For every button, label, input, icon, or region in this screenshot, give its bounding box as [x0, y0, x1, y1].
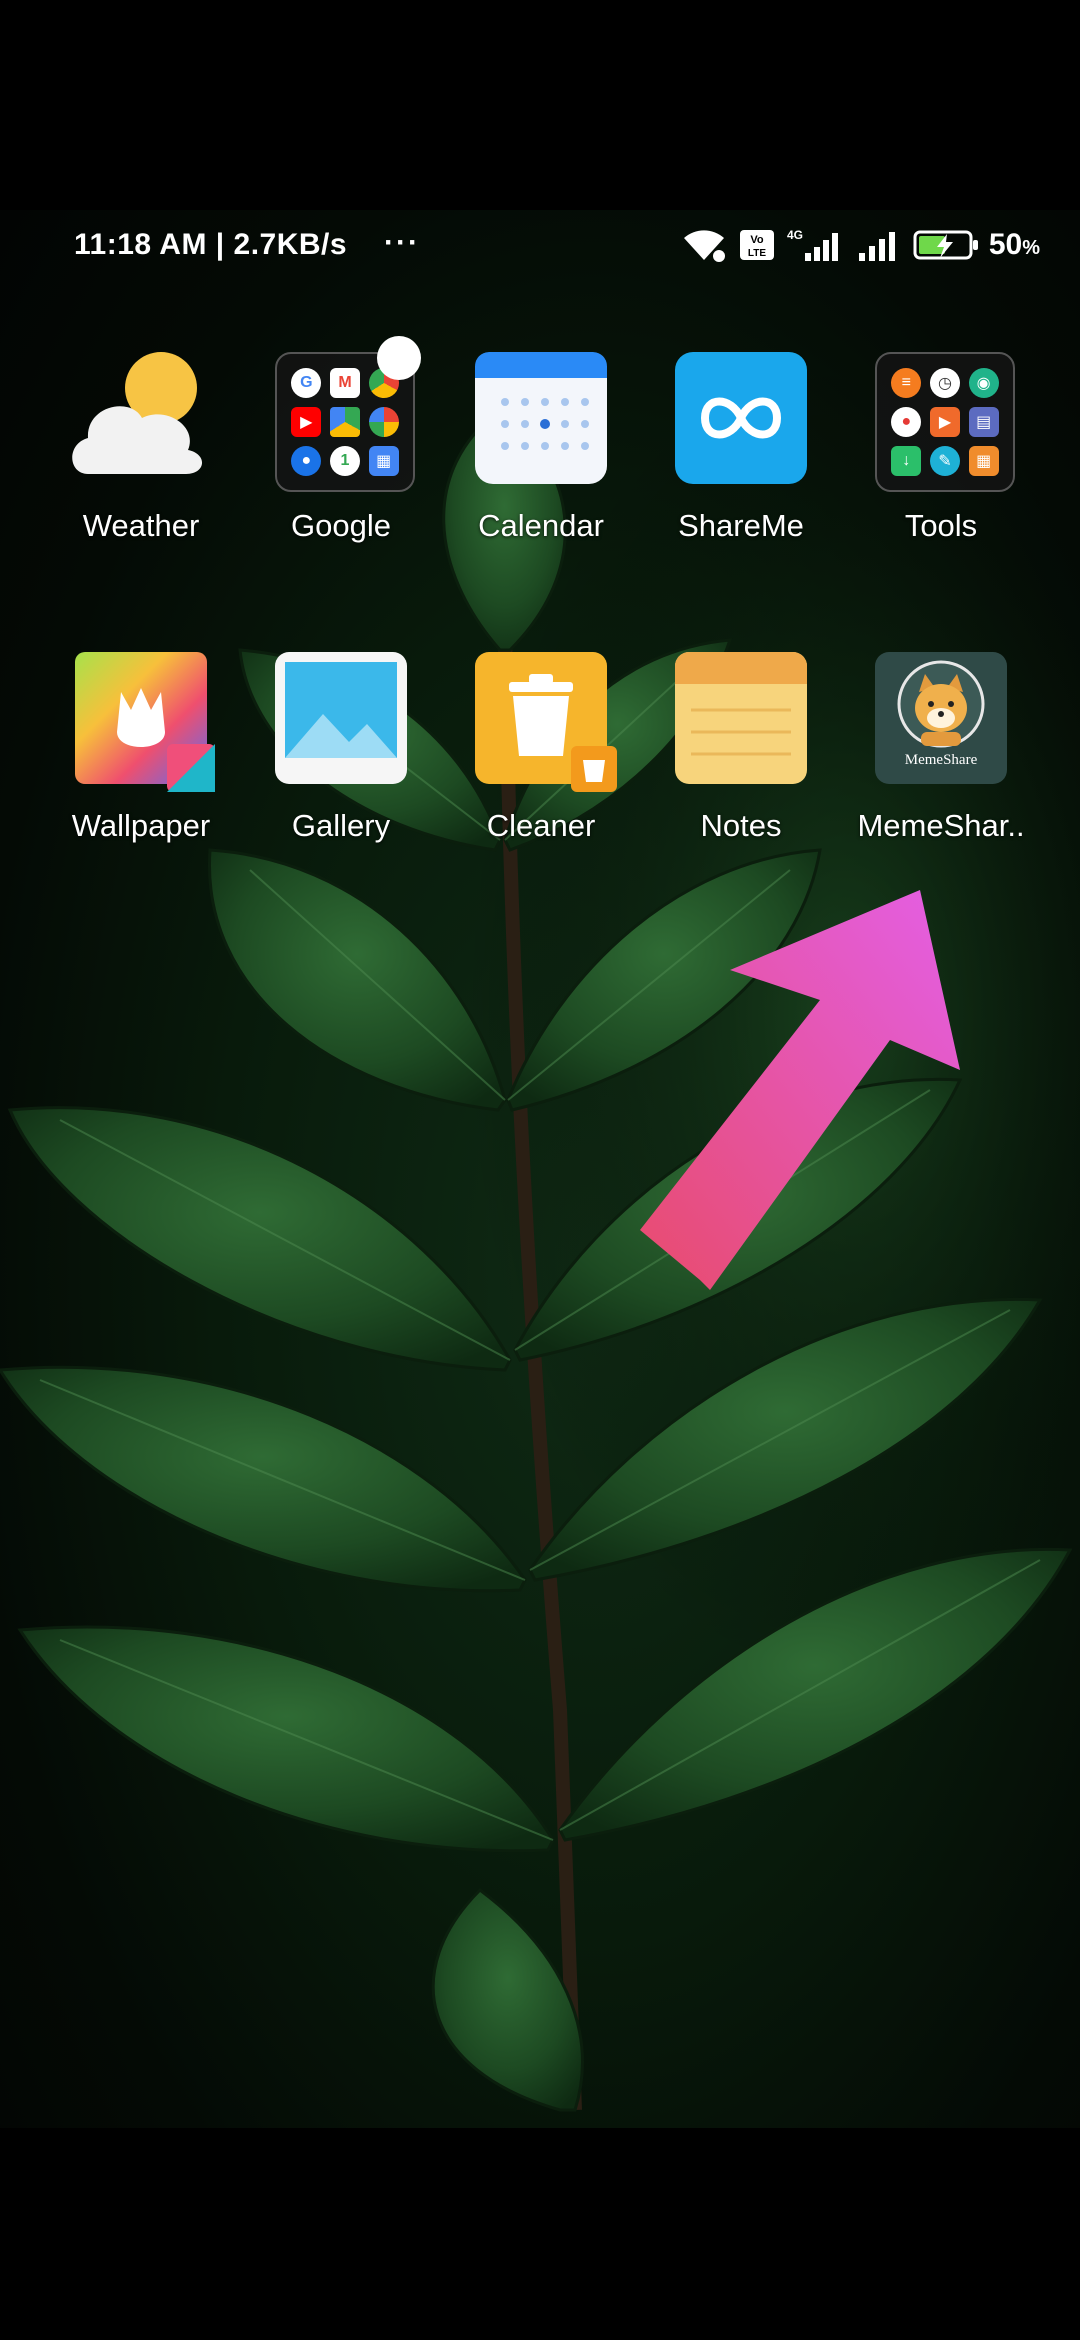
battery-charging-icon	[913, 230, 978, 260]
tools-folder-icon: ≡ ◷ ◉ ● ▶ ▤ ↓ ✎ ▦	[875, 352, 1015, 492]
app-cleaner[interactable]: Cleaner	[441, 652, 641, 844]
app-label: Cleaner	[486, 808, 596, 843]
signal-4g-icon: 4G	[787, 228, 838, 261]
cleaner-icon	[475, 652, 617, 792]
app-label: Google	[291, 508, 391, 543]
memeshare-icon-text: MemeShare	[904, 752, 978, 768]
signal-icon	[858, 232, 895, 261]
calendar-icon	[475, 352, 607, 484]
svg-text:LTE: LTE	[748, 248, 766, 259]
app-label: ShareMe	[678, 508, 804, 543]
volte-icon: Vo LTE	[739, 230, 774, 260]
notes-icon	[675, 652, 807, 784]
app-label: Gallery	[291, 808, 391, 843]
weather-icon	[72, 352, 203, 474]
app-weather[interactable]: Weather	[41, 352, 241, 544]
app-memeshare[interactable]: MemeShare MemeShar..	[841, 652, 1041, 844]
status-bar: 11:18 AM | 2.7KB/s ··· Vo LTE 4G 50%	[0, 210, 1080, 320]
app-calendar[interactable]: Calendar	[441, 352, 641, 544]
more-notifications-icon: ···	[384, 226, 420, 259]
app-label: Weather	[82, 508, 200, 543]
app-google-folder[interactable]: G M ▶ ● 1 ▦ Google	[241, 336, 441, 544]
app-label: Calendar	[478, 508, 604, 543]
app-label: MemeShar..	[857, 808, 1025, 843]
wifi-icon	[683, 230, 725, 262]
shareme-icon	[675, 352, 807, 484]
app-label: Wallpaper	[71, 808, 211, 843]
app-tools-folder[interactable]: ≡ ◷ ◉ ● ▶ ▤ ↓ ✎ ▦ Tools	[841, 352, 1041, 544]
status-icons: Vo LTE 4G 50%	[679, 220, 1040, 270]
gallery-icon	[275, 652, 407, 784]
status-time: 11:18 AM | 2.7KB/s	[74, 228, 348, 261]
letterbox-bottom	[0, 2128, 1080, 2340]
app-label: Notes	[700, 808, 782, 843]
pointer-arrow-icon	[640, 890, 960, 1290]
app-shareme[interactable]: ShareMe	[641, 352, 841, 544]
app-wallpaper[interactable]: Wallpaper	[41, 652, 241, 844]
app-gallery[interactable]: Gallery	[241, 652, 441, 844]
svg-text:4G: 4G	[787, 228, 803, 242]
wallpaper-icon	[75, 652, 215, 792]
svg-text:Vo: Vo	[750, 234, 764, 246]
battery-percent: 50%	[988, 228, 1040, 261]
app-notes[interactable]: Notes	[641, 652, 841, 844]
letterbox-top	[0, 0, 1080, 210]
app-label: Tools	[904, 508, 978, 543]
home-screen: 11:18 AM | 2.7KB/s ··· Vo LTE 4G 50% Wea…	[0, 210, 1080, 2128]
notification-badge	[377, 336, 421, 380]
